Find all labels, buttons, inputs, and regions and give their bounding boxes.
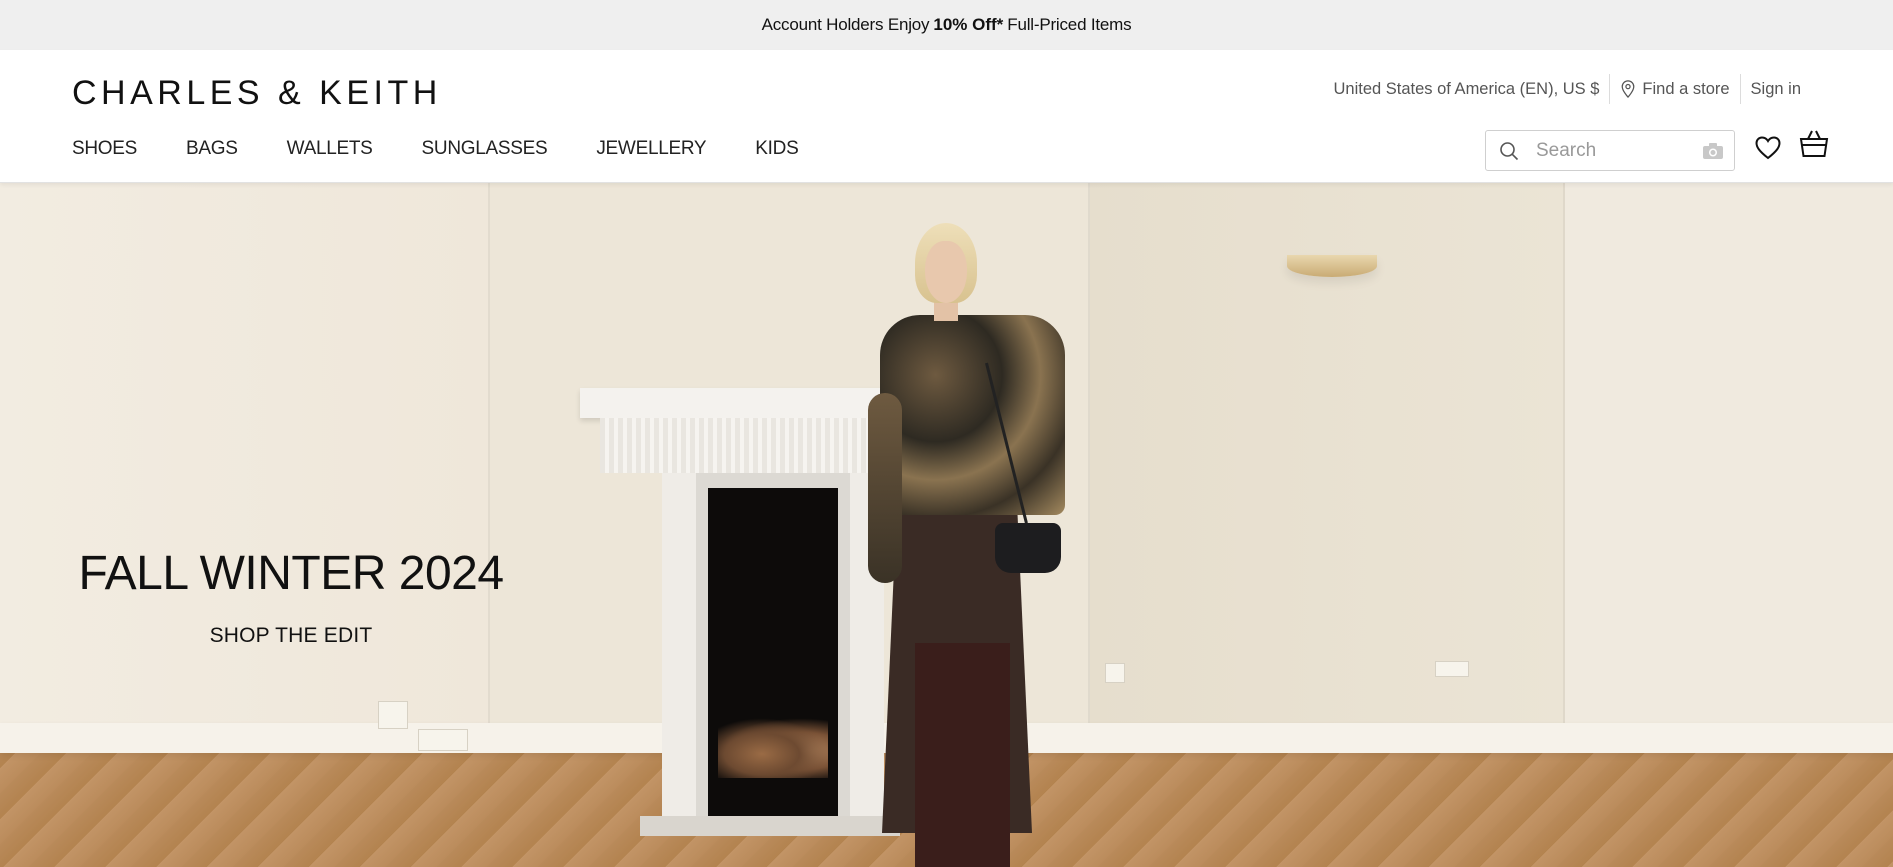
- hero-title: FALL WINTER 2024: [78, 547, 504, 600]
- fireplace-jamb: [662, 473, 696, 828]
- wall-corner: [488, 183, 490, 743]
- wall-outlet: [1435, 661, 1469, 677]
- utility-links: United States of America (EN), US $ Find…: [1333, 72, 1801, 106]
- fireplace-logs: [718, 718, 828, 778]
- find-store-link[interactable]: Find a store: [1620, 79, 1730, 99]
- search-box[interactable]: [1485, 130, 1735, 171]
- model-pants: [915, 643, 1010, 867]
- nav-item-sunglasses[interactable]: SUNGLASSES: [422, 138, 548, 160]
- wall-sconce: [1287, 255, 1377, 277]
- model-figure: [860, 223, 1090, 867]
- divider: [1609, 74, 1611, 104]
- sign-in-link[interactable]: Sign in: [1751, 80, 1801, 99]
- nav-item-shoes[interactable]: SHOES: [72, 138, 137, 160]
- wall-outlet: [378, 701, 408, 729]
- find-store-label: Find a store: [1642, 79, 1730, 98]
- nav-item-bags[interactable]: BAGS: [186, 138, 238, 160]
- location-pin-icon: [1622, 80, 1635, 98]
- model-handbag: [995, 523, 1061, 573]
- announcement-highlight: 10% Off*: [933, 15, 1004, 34]
- nav-item-wallets[interactable]: WALLETS: [287, 138, 373, 160]
- shopping-bag-icon[interactable]: [1799, 129, 1829, 159]
- wall-outlet: [1105, 663, 1125, 683]
- nav-item-jewellery[interactable]: JEWELLERY: [596, 138, 706, 160]
- model-arm: [868, 393, 902, 583]
- model-face: [925, 241, 967, 303]
- brand-logo[interactable]: CHARLES & KEITH: [72, 74, 442, 113]
- site-header: CHARLES & KEITH United States of America…: [0, 50, 1893, 183]
- heart-icon[interactable]: [1755, 136, 1781, 160]
- search-input[interactable]: [1536, 137, 1696, 165]
- nav-item-kids[interactable]: KIDS: [755, 138, 798, 160]
- hero-banner[interactable]: FALL WINTER 2024 SHOP THE EDIT: [0, 183, 1893, 867]
- announcement-suffix: Full-Priced Items: [1007, 15, 1132, 34]
- main-nav: SHOES BAGS WALLETS SUNGLASSES JEWELLERY …: [72, 138, 799, 160]
- fireplace-frieze: [600, 418, 900, 473]
- shop-the-edit-link[interactable]: SHOP THE EDIT: [0, 624, 582, 648]
- divider: [1739, 74, 1741, 104]
- region-selector[interactable]: United States of America (EN), US $: [1333, 80, 1599, 99]
- camera-icon[interactable]: [1702, 142, 1724, 160]
- announcement-bar[interactable]: Account Holders Enjoy 10% Off* Full-Pric…: [0, 0, 1893, 50]
- announcement-prefix: Account Holders Enjoy: [761, 15, 930, 34]
- wall-outlet: [418, 729, 468, 751]
- search-icon[interactable]: [1499, 141, 1519, 161]
- model-jacket: [880, 315, 1065, 515]
- wall-corner: [1563, 183, 1565, 743]
